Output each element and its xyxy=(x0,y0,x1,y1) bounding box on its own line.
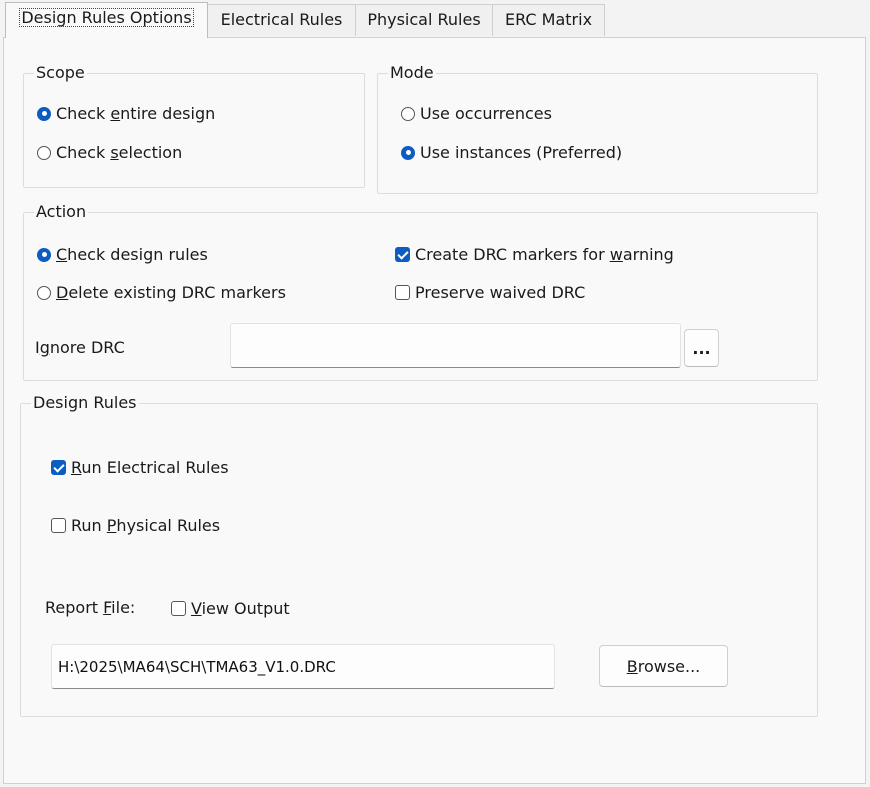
checkbox-label: Preserve waived DRC xyxy=(415,283,586,302)
radio-label: Use occurrences xyxy=(420,104,552,123)
radio-label: Check entire design xyxy=(56,104,216,123)
radio-selected-indicator xyxy=(37,247,51,262)
radio-selected-indicator xyxy=(401,145,415,160)
tab-label: Design Rules Options xyxy=(19,8,194,27)
tab-label: Electrical Rules xyxy=(220,10,343,29)
tab-label: Physical Rules xyxy=(367,10,481,29)
checkbox-preserve-waived-drc[interactable]: Preserve waived DRC xyxy=(395,283,585,302)
ignore-drc-label: Ignore DRC xyxy=(35,338,125,357)
checkbox-view-output[interactable]: View Output xyxy=(171,599,290,618)
radio-selected-indicator xyxy=(37,106,51,121)
tab-physical-rules[interactable]: Physical Rules xyxy=(355,4,493,36)
checkbox-indicator xyxy=(171,601,186,616)
tab-erc-matrix[interactable]: ERC Matrix xyxy=(492,4,605,36)
action-group-title: Action xyxy=(36,202,87,221)
radio-indicator xyxy=(401,106,415,121)
radio-use-occurrences[interactable]: Use occurrences xyxy=(401,104,552,123)
radio-check-design-rules[interactable]: Check design rules xyxy=(37,245,208,264)
design-rules-group-title: Design Rules xyxy=(33,393,137,412)
radio-label: Check selection xyxy=(56,143,183,162)
report-file-input[interactable]: H:\2025\MA64\SCH\TMA63_V1.0.DRC xyxy=(51,644,555,689)
radio-use-instances[interactable]: Use instances (Preferred) xyxy=(401,143,622,162)
checkbox-checked-indicator xyxy=(395,247,410,262)
ignore-drc-input[interactable] xyxy=(230,323,681,368)
checkbox-run-electrical-rules[interactable]: Run Electrical Rules xyxy=(51,458,229,477)
checkbox-label: Run Electrical Rules xyxy=(71,458,229,477)
tab-panel: Scope Check entire design Check selectio… xyxy=(3,37,866,784)
checkbox-indicator xyxy=(51,518,66,533)
radio-indicator xyxy=(37,145,51,160)
ignore-drc-browse-button[interactable]: ... xyxy=(684,329,719,367)
radio-label: Delete existing DRC markers xyxy=(56,283,286,302)
checkbox-create-drc-markers-for-warnings[interactable]: Create DRC markers for warning xyxy=(395,245,707,264)
radio-check-selection[interactable]: Check selection xyxy=(37,143,182,162)
tab-label: ERC Matrix xyxy=(504,10,593,29)
radio-check-entire-design[interactable]: Check entire design xyxy=(37,104,215,123)
checkbox-indicator xyxy=(395,285,410,300)
checkbox-run-physical-rules[interactable]: Run Physical Rules xyxy=(51,516,220,535)
browse-button[interactable]: Browse... xyxy=(599,645,728,687)
checkbox-label: Create DRC markers for warning xyxy=(415,245,674,264)
report-file-label: Report File: xyxy=(45,598,136,617)
radio-label: Use instances (Preferred) xyxy=(420,143,623,162)
scope-group-title: Scope xyxy=(36,63,85,82)
mode-group-title: Mode xyxy=(390,63,434,82)
radio-delete-existing-drc-markers[interactable]: Delete existing DRC markers xyxy=(37,283,286,302)
checkbox-label: View Output xyxy=(191,599,290,618)
mode-group: Mode xyxy=(377,64,818,194)
tab-design-rules-options[interactable]: Design Rules Options xyxy=(5,2,208,38)
checkbox-label: Run Physical Rules xyxy=(71,516,221,535)
tab-electrical-rules[interactable]: Electrical Rules xyxy=(207,4,356,36)
radio-indicator xyxy=(37,285,51,300)
browse-button-label: Browse... xyxy=(626,656,701,676)
checkbox-checked-indicator xyxy=(51,460,66,475)
scope-group: Scope xyxy=(23,64,365,188)
radio-label: Check design rules xyxy=(56,245,208,264)
